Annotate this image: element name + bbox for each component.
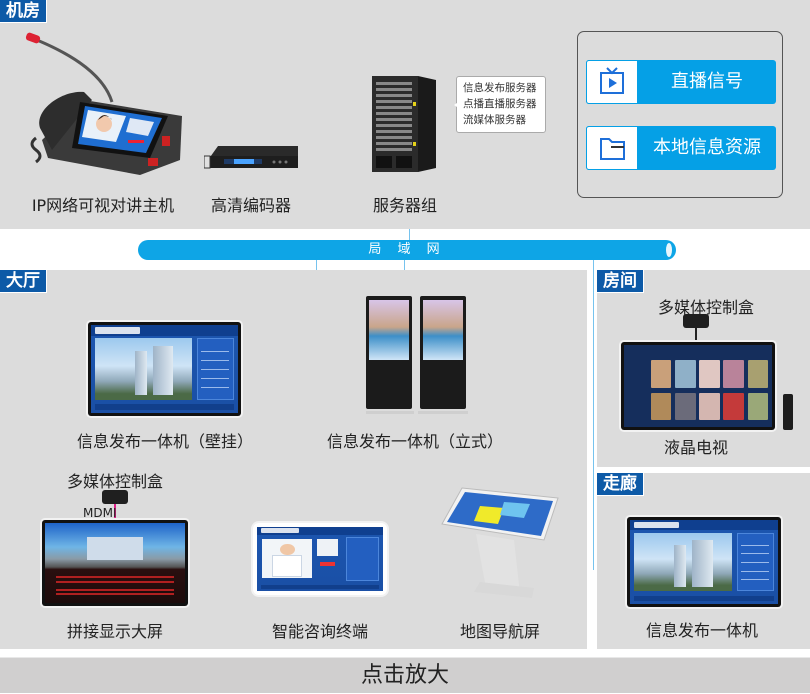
corridor-tag: 走廊 bbox=[597, 473, 644, 496]
wall-display-icon bbox=[88, 322, 241, 416]
tv-play-icon bbox=[586, 60, 638, 104]
server-group-label: 服务器组 bbox=[372, 196, 437, 215]
remote-control-icon bbox=[783, 394, 793, 430]
cable-label: MDMI bbox=[83, 506, 117, 520]
machine-room-panel: 机房 IP网络可视对讲主机 高清编码器 服务器组 信息发布服务器 点播直播服务器… bbox=[0, 0, 810, 229]
corridor-display-label: 信息发布一体机 bbox=[645, 621, 758, 640]
lan-bus-end bbox=[666, 243, 672, 257]
control-box-icon bbox=[683, 314, 709, 328]
video-wall-label: 拼接显示大屏 bbox=[66, 622, 163, 641]
tv-poster bbox=[699, 392, 720, 421]
server-tooltip: 信息发布服务器 点播直播服务器 流媒体服务器 bbox=[454, 76, 546, 133]
hall-panel: 大厅 信息发布一体机（壁挂） 信息发布一体机（立式） 多媒体控制盒 MDMI 拼… bbox=[0, 270, 587, 649]
video-intercom-icon bbox=[22, 30, 192, 180]
zoom-in-label: 点击放大 bbox=[360, 663, 449, 688]
signal-sources-box: 直播信号 本地信息资源 bbox=[577, 31, 783, 198]
tv-poster bbox=[723, 392, 745, 421]
lan-bus: 局 域 网 bbox=[138, 240, 676, 260]
tv-poster bbox=[674, 359, 696, 388]
local-resource-label: 本地信息资源 bbox=[653, 137, 761, 158]
tv-poster bbox=[650, 359, 672, 388]
tooltip-line: 点播直播服务器 bbox=[463, 98, 537, 110]
hall-link-line bbox=[316, 260, 317, 270]
live-signal-button[interactable]: 直播信号 bbox=[586, 60, 776, 104]
tv-poster bbox=[699, 359, 720, 388]
local-resource-button[interactable]: 本地信息资源 bbox=[586, 126, 776, 170]
consult-terminal-label: 智能咨询终端 bbox=[271, 622, 368, 641]
hall-tag: 大厅 bbox=[0, 270, 47, 293]
map-kiosk-icon bbox=[440, 484, 562, 602]
tv-poster bbox=[747, 359, 769, 388]
tooltip-line: 信息发布服务器 bbox=[463, 82, 537, 94]
room-panel: 房间 多媒体控制盒 液晶电视 bbox=[597, 270, 810, 467]
room-tag: 房间 bbox=[597, 270, 644, 293]
live-signal-label: 直播信号 bbox=[671, 71, 743, 92]
uplink-line bbox=[409, 229, 410, 240]
corridor-panel: 走廊 信息发布一体机 bbox=[597, 473, 810, 649]
standing-kiosk-icon bbox=[364, 296, 468, 416]
lan-label: 局 域 网 bbox=[368, 242, 446, 257]
hall-control-box-label: 多媒体控制盒 bbox=[66, 472, 163, 491]
tv-poster bbox=[650, 392, 672, 421]
standing-kiosk-label: 信息发布一体机（立式） bbox=[326, 432, 503, 451]
server-rack-icon bbox=[370, 72, 440, 172]
wall-display-label: 信息发布一体机（壁挂） bbox=[76, 432, 253, 451]
machine-room-tag: 机房 bbox=[0, 0, 47, 23]
lcd-tv-icon bbox=[621, 342, 775, 430]
side-link-line bbox=[593, 260, 594, 570]
encoder-icon bbox=[203, 144, 298, 170]
video-wall-icon bbox=[42, 520, 188, 606]
encoder-label: 高清编码器 bbox=[210, 196, 291, 215]
corridor-display-icon bbox=[627, 517, 781, 607]
video-intercom-label: IP网络可视对讲主机 bbox=[31, 196, 175, 215]
tooltip-line: 流媒体服务器 bbox=[463, 114, 526, 126]
tv-poster bbox=[723, 359, 745, 388]
control-box-icon bbox=[102, 490, 128, 504]
map-kiosk-label: 地图导航屏 bbox=[459, 622, 540, 641]
lcd-tv-label: 液晶电视 bbox=[663, 438, 728, 457]
consult-terminal-icon bbox=[253, 523, 387, 595]
hdmi-cable bbox=[695, 328, 697, 342]
zoom-in-button[interactable]: 点击放大 bbox=[0, 657, 810, 693]
tv-poster bbox=[674, 392, 696, 421]
tv-poster bbox=[747, 392, 769, 421]
room-link-line bbox=[404, 260, 405, 270]
folder-icon bbox=[586, 126, 638, 170]
